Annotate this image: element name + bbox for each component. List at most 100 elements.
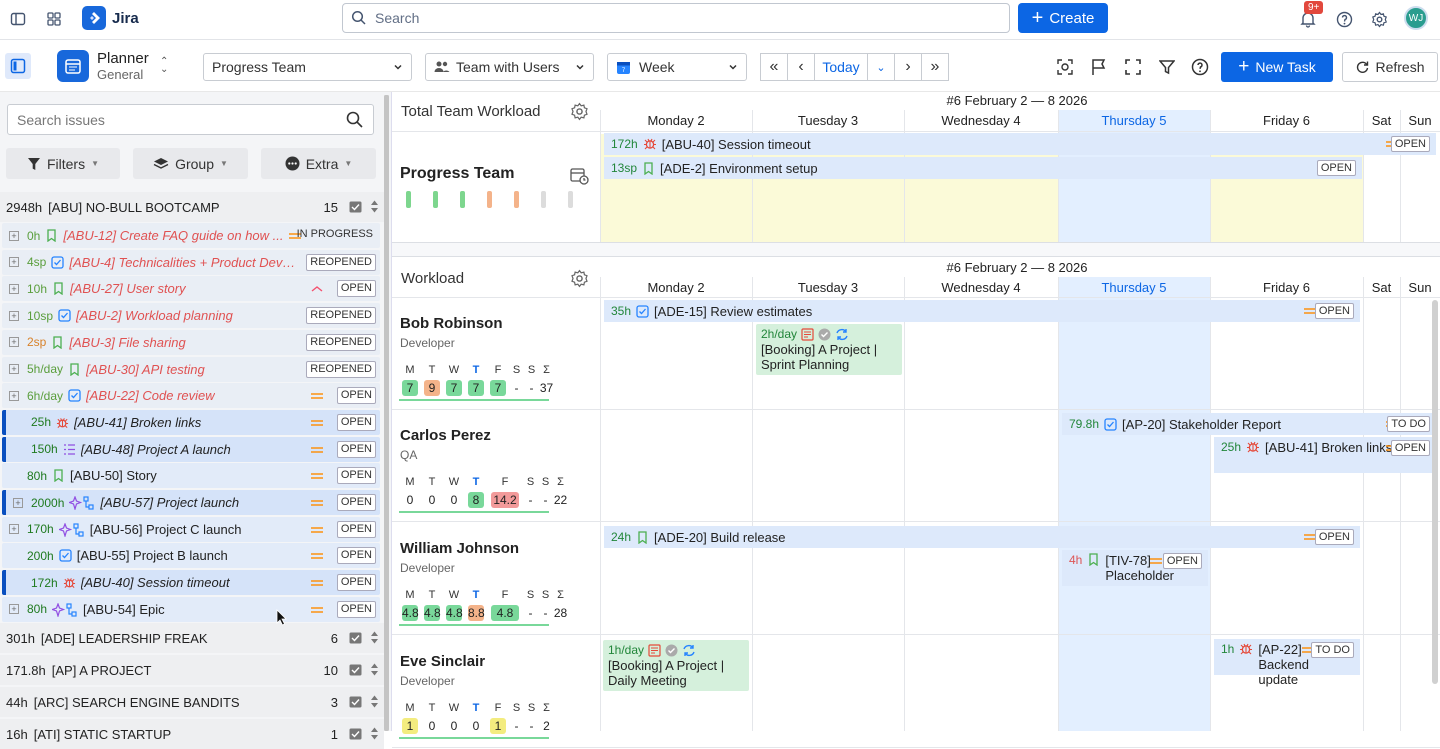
expand-icon[interactable]: +	[9, 390, 19, 401]
expand-icon[interactable]: +	[13, 497, 23, 508]
project-group[interactable]: 44h [ARC] SEARCH ENGINE BANDITS 3	[0, 687, 384, 717]
sidebar-toggle-icon[interactable]	[8, 9, 28, 29]
issue-row[interactable]: +6h/day [ABU-22] Code review OPEN	[2, 383, 380, 409]
sort-arrows-icon[interactable]	[370, 662, 379, 677]
project-group[interactable]: 2948h [ABU] NO-BULL BOOTCAMP 15	[0, 192, 384, 222]
panel-toggle-icon[interactable]	[5, 53, 31, 79]
status-badge[interactable]: TO DO	[1311, 642, 1354, 658]
left-scrollbar-thumb[interactable]	[384, 95, 389, 731]
fullscreen-icon[interactable]	[1123, 57, 1143, 77]
team-task-bar[interactable]: 13sp [ADE-2] Environment setup OPEN	[604, 157, 1362, 179]
focus-icon[interactable]	[1055, 57, 1075, 77]
issue-row[interactable]: +2000h [ABU-57] Project launch OPEN	[2, 490, 380, 515]
issue-row[interactable]: 200h [ABU-55] Project B launch OPEN	[2, 543, 380, 569]
status-badge[interactable]: REOPENED	[306, 360, 376, 378]
settings-gear-icon[interactable]	[1369, 9, 1389, 29]
refresh-button[interactable]: Refresh	[1342, 52, 1438, 82]
issue-row[interactable]: +5h/day [ABU-30] API testing REOPENED	[2, 356, 380, 382]
status-badge[interactable]: OPEN	[1162, 553, 1202, 569]
status-badge[interactable]: TO DO	[1387, 416, 1430, 432]
workload-task-bar[interactable]: 24h [ADE-20] Build release OPEN	[604, 526, 1360, 548]
status-badge[interactable]: OPEN	[336, 494, 376, 511]
expand-icon[interactable]: +	[9, 364, 19, 374]
status-badge[interactable]: OPEN	[336, 547, 376, 565]
team-calendar-clock-icon[interactable]	[570, 166, 589, 185]
app-switcher-icon[interactable]	[44, 9, 64, 29]
status-badge[interactable]: OPEN	[1316, 160, 1356, 176]
status-badge[interactable]: OPEN	[336, 520, 376, 538]
status-badge[interactable]: IN PROGRESS	[294, 227, 376, 244]
status-badge[interactable]: OPEN	[336, 467, 376, 485]
calendar-check-icon[interactable]	[349, 200, 362, 213]
issue-row[interactable]: 172h [ABU-40] Session timeout OPEN	[2, 570, 380, 596]
today-dropdown-button[interactable]: ⌄	[867, 53, 895, 81]
team-select[interactable]: Progress Team	[203, 53, 412, 81]
status-badge[interactable]: OPEN	[336, 387, 376, 405]
status-badge[interactable]: OPEN	[336, 600, 376, 618]
issue-row[interactable]: 150h [ABU-48] Project A launch OPEN	[2, 436, 380, 462]
status-badge[interactable]: REOPENED	[306, 253, 376, 271]
project-group[interactable]: 171.8h [AP] A PROJECT 10	[0, 655, 384, 685]
person-name[interactable]: Eve Sinclair	[400, 653, 485, 670]
workload-task-bar[interactable]: 4h [TIV-78] Placeholder OPEN	[1062, 550, 1208, 586]
booking-card[interactable]: 1h/day [Booking] A Project | Daily Meetin…	[603, 640, 749, 691]
calendar-check-icon[interactable]	[349, 631, 362, 644]
first-period-button[interactable]: «	[760, 53, 788, 81]
sort-arrows-icon[interactable]	[370, 630, 379, 645]
planner-switch-chevron-icon[interactable]: ⌃ ⌄	[160, 57, 168, 75]
expand-icon[interactable]: +	[9, 310, 19, 321]
global-search-input[interactable]: Search	[342, 3, 1010, 33]
filter-funnel-icon[interactable]	[1157, 57, 1177, 77]
issue-row[interactable]: 80h [ABU-50] Story OPEN	[2, 463, 380, 489]
issue-row[interactable]: +10sp [ABU-2] Workload planning REOPENED	[2, 303, 380, 329]
expand-icon[interactable]: +	[9, 337, 19, 348]
status-badge[interactable]: OPEN	[336, 280, 376, 298]
status-badge[interactable]: OPEN	[1390, 136, 1430, 152]
group-button[interactable]: Group ▼	[133, 148, 248, 179]
status-badge[interactable]: OPEN	[336, 574, 376, 592]
help-icon[interactable]	[1334, 9, 1354, 29]
project-group[interactable]: 301h [ADE] LEADERSHIP FREAK 6	[0, 623, 384, 653]
status-badge[interactable]: REOPENED	[306, 307, 376, 325]
period-select[interactable]: 7 Week	[607, 53, 747, 81]
person-name[interactable]: Bob Robinson	[400, 315, 502, 332]
issue-row[interactable]: +4sp [ABU-4] Technicalities + Product Dev…	[2, 249, 380, 275]
create-button[interactable]: + Create	[1018, 3, 1108, 33]
sort-arrows-icon[interactable]	[370, 726, 379, 741]
calendar-check-icon[interactable]	[349, 727, 362, 740]
expand-icon[interactable]: +	[9, 257, 19, 268]
workload-task-bar[interactable]: 35h [ADE-15] Review estimates OPEN	[604, 300, 1360, 322]
workload-task-bar[interactable]: 79.8h [AP-20] Stakeholder Report TO DO	[1062, 413, 1436, 435]
issue-row[interactable]: +80h [ABU-54] Epic OPEN	[2, 596, 380, 622]
status-badge[interactable]: OPEN	[1390, 440, 1430, 456]
booking-card[interactable]: 2h/day [Booking] A Project | Sprint Plann…	[756, 324, 902, 375]
issue-row[interactable]: +10h [ABU-27] User story OPEN	[2, 276, 380, 302]
team-task-bar[interactable]: 172h [ABU-40] Session timeout OPEN	[604, 133, 1436, 155]
users-select[interactable]: Team with Users	[425, 53, 594, 81]
status-badge[interactable]: REOPENED	[306, 333, 376, 351]
issue-row[interactable]: 25h [ABU-41] Broken links OPEN	[2, 409, 380, 435]
workload-task-bar[interactable]: 25h [ABU-41] Broken links OPEN	[1214, 437, 1436, 473]
issue-row[interactable]: +2sp [ABU-3] File sharing REOPENED	[2, 329, 380, 355]
help-circle-icon[interactable]	[1190, 57, 1210, 77]
app-name[interactable]: Jira	[112, 10, 139, 27]
issue-row[interactable]: +170h [ABU-56] Project C launch OPEN	[2, 516, 380, 542]
flag-icon[interactable]	[1089, 57, 1109, 77]
expand-icon[interactable]: +	[9, 604, 19, 615]
today-button[interactable]: Today	[814, 53, 868, 81]
filters-button[interactable]: Filters ▼	[6, 148, 120, 179]
sort-arrows-icon[interactable]	[370, 694, 379, 709]
workload-scrollbar-thumb[interactable]	[1432, 300, 1438, 684]
calendar-check-icon[interactable]	[349, 663, 362, 676]
sort-arrows-icon[interactable]	[370, 199, 379, 214]
status-badge[interactable]: OPEN	[336, 440, 376, 458]
expand-icon[interactable]: +	[9, 230, 19, 241]
planner-title[interactable]: Planner	[97, 50, 149, 67]
next-period-button[interactable]: ›	[894, 53, 922, 81]
person-name[interactable]: William Johnson	[400, 540, 519, 557]
team-settings-gear-icon[interactable]	[570, 102, 589, 121]
jira-logo-icon[interactable]	[82, 6, 106, 30]
prev-period-button[interactable]: ‹	[787, 53, 815, 81]
issue-search-input[interactable]: Search issues	[7, 104, 374, 135]
extra-button[interactable]: Extra ▼	[261, 148, 376, 179]
